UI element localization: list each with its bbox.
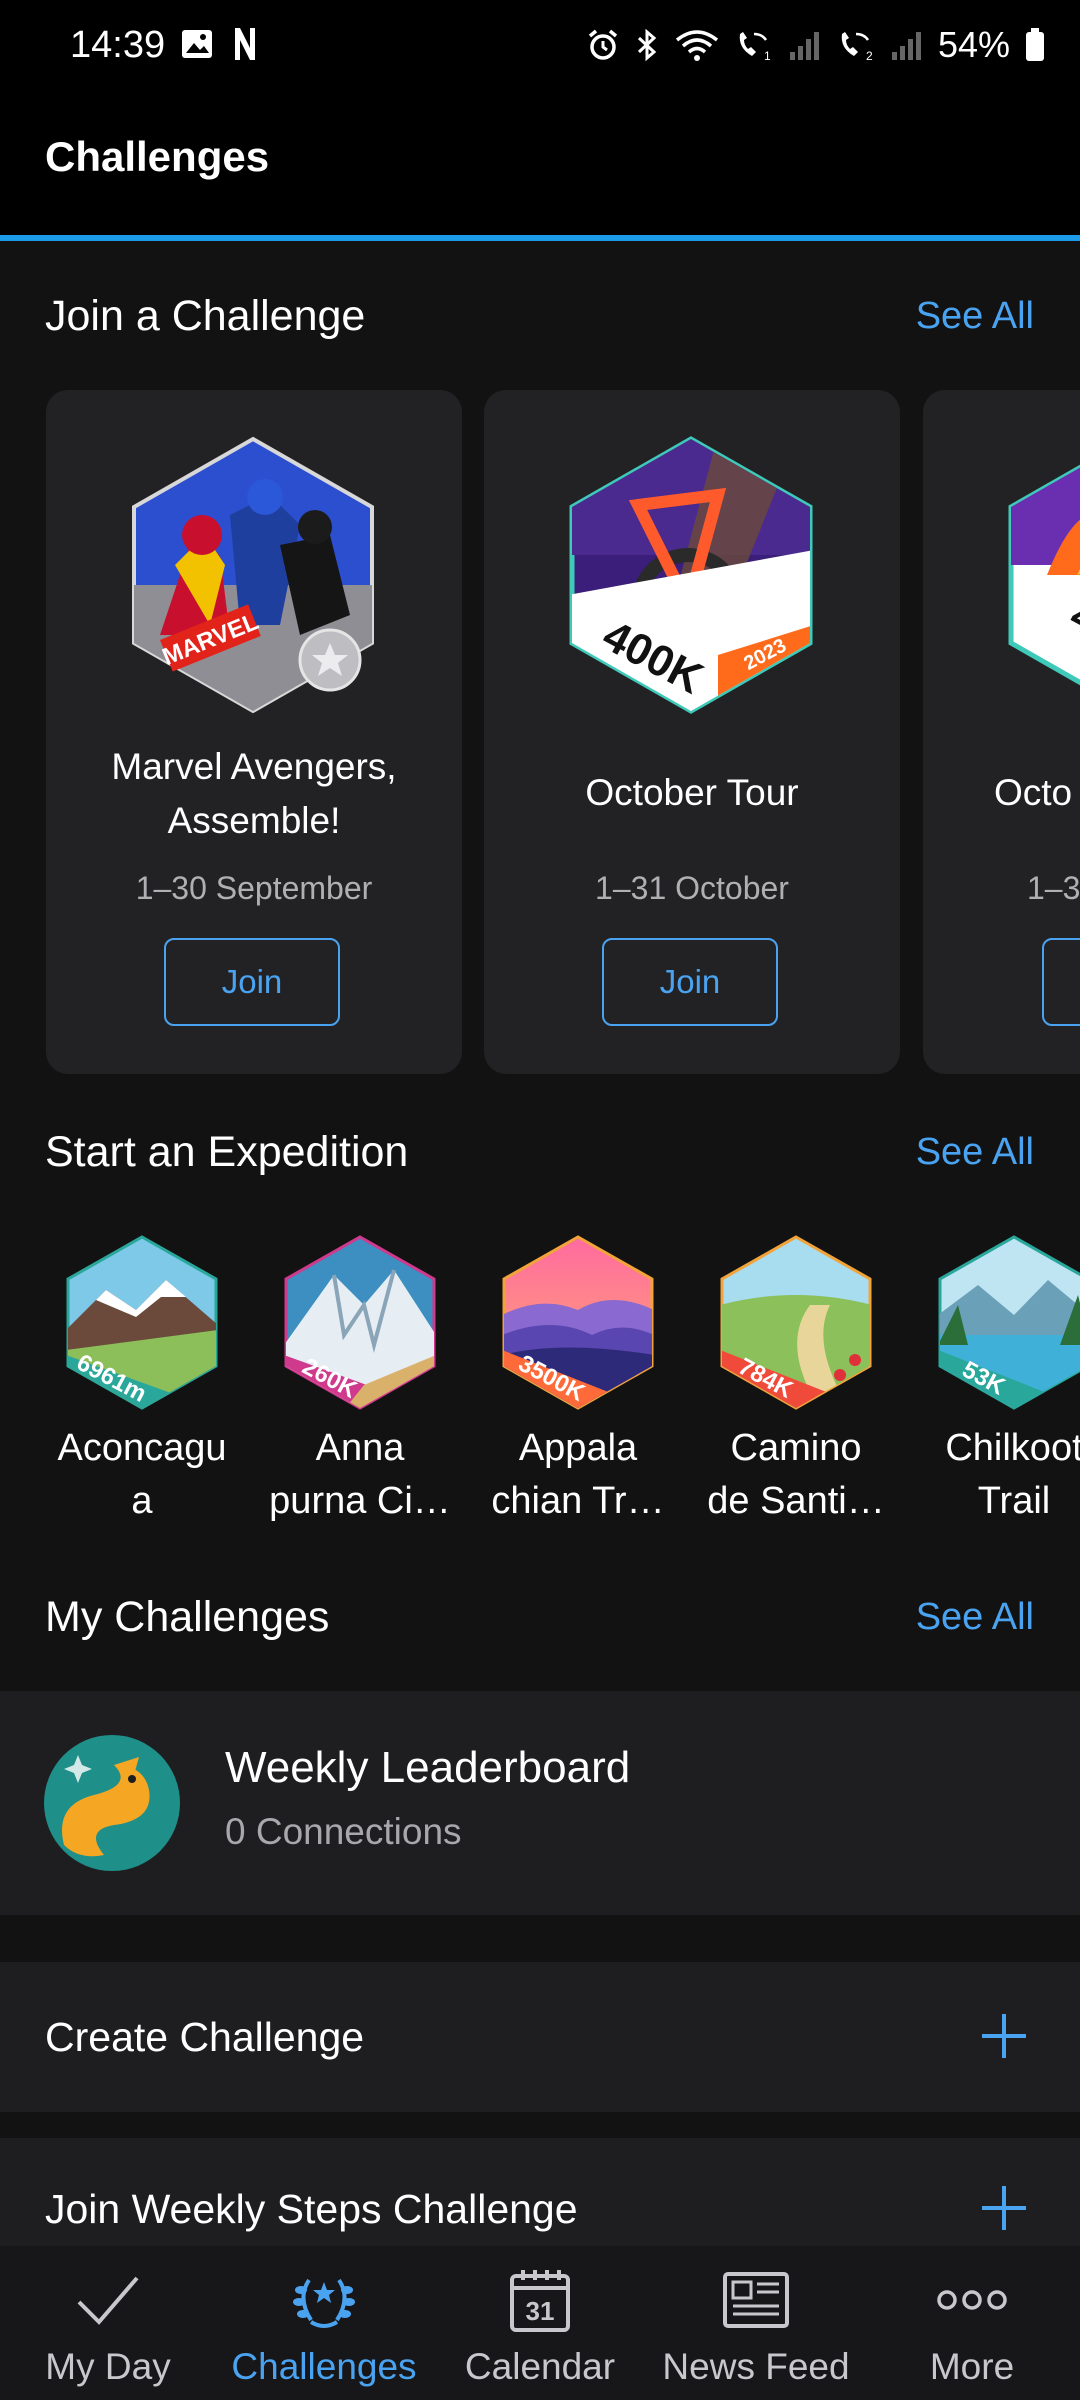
app-bar: Challenges [0,95,1080,241]
nav-label: Calendar [464,2346,616,2387]
bottom-nav: My Day Challenges 31 Calendar News Feed [0,2246,1080,2400]
plus-icon[interactable] [980,2012,1028,2060]
join-challenge-see-all[interactable]: See All [916,295,1034,338]
expedition-label-line2: purna Ci… [269,1480,451,1522]
october-tour-badge-icon: 400K 2023 [569,436,813,714]
challenge-title: Marvel Avengers, Assemble! [111,746,397,841]
challenge-date: 1–30 September [135,870,373,906]
alarm-icon [588,29,618,60]
n-app-icon [235,28,255,60]
join-weekly-steps-row[interactable]: Join Weekly Steps Challenge [0,2138,1080,2246]
expedition-item-camino[interactable]: 784K Camino de Santi… [696,1235,896,1528]
svg-text:1: 1 [764,49,771,62]
expedition-item-annapurna[interactable]: 260K Anna purna Ci… [260,1235,460,1528]
annapurna-badge-icon: 260K [284,1235,436,1410]
expedition-label-line2: a [131,1480,153,1522]
expedition-label-line2: de Santi… [707,1480,885,1522]
battery-percent: 54% [937,24,1010,65]
partial-badge-icon: 4: [1008,439,1080,686]
nav-more[interactable]: More [864,2246,1080,2400]
wifi-icon [675,30,719,61]
expedition-label-line2: chian Tr… [491,1480,665,1522]
newspaper-icon [723,2272,789,2328]
nav-my-day[interactable]: My Day [0,2246,216,2400]
leaderboard-title: Weekly Leaderboard [225,1743,631,1792]
expedition-label-line1: Anna [315,1427,405,1469]
more-dots-icon [937,2290,1007,2310]
expedition-see-all[interactable]: See All [916,1131,1034,1174]
chilkoot-badge-icon: 53K [938,1235,1080,1410]
battery-icon [1026,28,1044,61]
status-bar: 14:39 1 2 54% [0,0,1080,95]
plus-icon[interactable] [980,2184,1028,2232]
create-challenge-row[interactable]: Create Challenge [0,1962,1080,2112]
status-right: 1 2 54% [586,24,1046,66]
expedition-label-line1: Aconcagu [57,1427,227,1469]
wifi-call-icon: 1 [739,32,771,62]
my-challenges-see-all[interactable]: See All [916,1596,1034,1639]
marvel-badge-icon: MARVEL [132,436,374,714]
nav-news-feed[interactable]: News Feed [648,2246,864,2400]
aconcagua-badge-icon: 6961m [66,1235,218,1410]
join-weekly-steps-label: Join Weekly Steps Challenge [45,2186,578,2232]
bluetooth-icon [637,28,657,62]
expedition-heading: Start an Expedition [45,1128,409,1176]
calendar-day: 31 [526,2296,555,2326]
expedition-item-chilkoot[interactable]: 53K Chilkoot Trail [914,1235,1080,1528]
expedition-item-aconcagua[interactable]: 6961m Aconcagu a [42,1235,242,1528]
wifi-call-2-icon: 2 [841,32,873,62]
svg-text:2: 2 [866,49,873,62]
challenge-title: Octo [994,772,1073,813]
nav-label: News Feed [662,2346,850,2387]
expedition-label-line1: Chilkoot [945,1427,1080,1469]
expedition-item-appalachian[interactable]: 3500K Appala chian Tr… [478,1235,678,1528]
my-challenges-heading: My Challenges [45,1593,330,1641]
status-time: 14:39 [70,24,166,66]
challenge-card-october-tour[interactable]: 400K 2023 October Tour 1–31 October Join [484,390,900,1074]
challenge-date: 1–31 October [595,870,789,906]
nav-label: My Day [45,2346,171,2387]
challenge-date: 1–3 [1027,870,1080,906]
join-challenge-heading: Join a Challenge [45,292,366,340]
page-title: Challenges [45,133,270,180]
signal-2-icon [891,32,921,60]
camino-badge-icon: 784K [720,1235,872,1410]
gallery-icon [182,30,212,58]
status-left-icons [180,26,258,62]
join-button[interactable]: Join [602,938,778,1026]
laurel-icon [293,2278,355,2328]
join-button[interactable]: Join [164,938,340,1026]
calendar-icon: 31 [510,2270,570,2332]
check-icon [77,2276,139,2325]
appalachian-badge-icon: 3500K [502,1235,654,1410]
weekly-leaderboard-row[interactable]: Weekly Leaderboard 0 Connections [0,1691,1080,1915]
nav-label: Challenges [231,2346,417,2387]
challenge-card-partial[interactable]: 4: Octo 1–3 [923,390,1080,1074]
nav-calendar[interactable]: 31 Calendar [432,2246,648,2400]
challenge-card-marvel[interactable]: MARVEL Marvel Avengers, Assemble! 1–30 S… [46,390,462,1074]
leaderboard-subtitle: 0 Connections [225,1811,462,1852]
dragon-avatar-icon [44,1735,180,1871]
join-button[interactable] [1042,938,1080,1026]
expedition-label-line1: Camino [730,1427,862,1469]
create-challenge-label: Create Challenge [45,2014,365,2060]
nav-label: More [929,2346,1015,2387]
nav-challenges[interactable]: Challenges [216,2246,432,2400]
signal-1-icon [789,32,819,60]
expedition-label-line2: Trail [977,1480,1051,1522]
challenge-title: October Tour [585,772,799,813]
expedition-label-line1: Appala [518,1427,638,1469]
